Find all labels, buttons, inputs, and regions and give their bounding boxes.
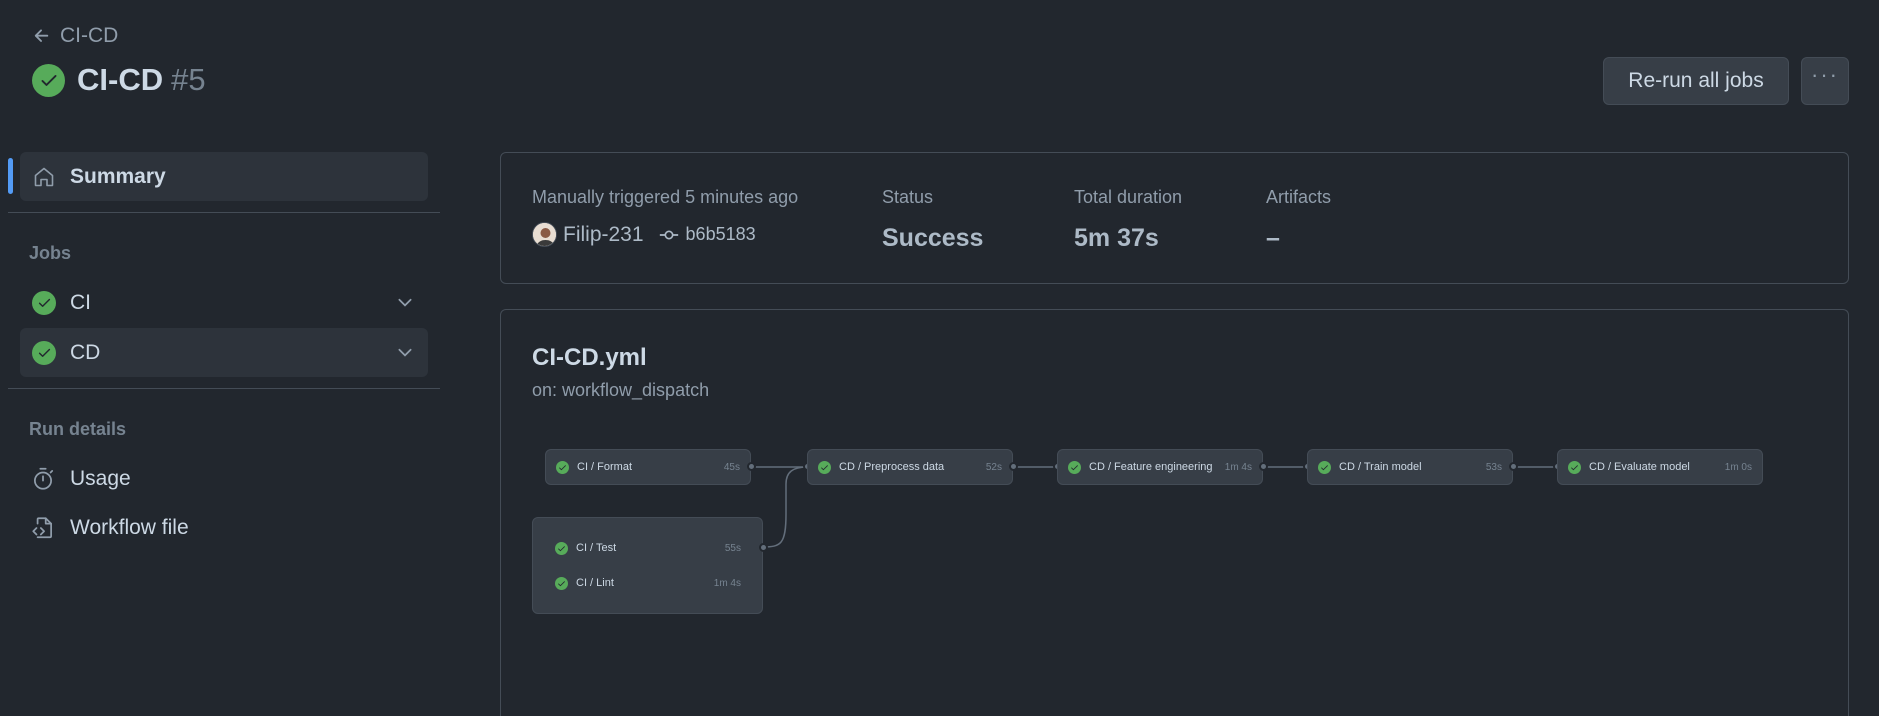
success-check-icon xyxy=(1068,460,1081,474)
job-duration: 1m 4s xyxy=(1224,461,1252,473)
duration-value: 5m 37s xyxy=(1074,224,1159,252)
job-label: CI xyxy=(70,290,91,314)
success-check-icon xyxy=(1568,460,1581,474)
chevron-down-icon[interactable] xyxy=(396,293,414,311)
sidebar-item-ci[interactable]: CI xyxy=(20,278,428,327)
job-duration: 1m 4s xyxy=(713,577,741,589)
status-label: Status xyxy=(882,187,934,207)
divider xyxy=(8,388,440,389)
artifacts-label: Artifacts xyxy=(1266,187,1332,207)
trigger-label: Manually triggered 5 minutes ago xyxy=(532,187,799,207)
job-name: CD / Preprocess data xyxy=(839,461,945,473)
graph-job-cd-train[interactable]: CD / Train model 53s xyxy=(1307,449,1513,485)
workflow-file-title: CI-CD.yml xyxy=(532,344,647,371)
success-check-icon xyxy=(555,541,568,555)
commit-link[interactable]: b6b5183 xyxy=(686,224,756,245)
graph-job-ci-format[interactable]: CI / Format 45s xyxy=(545,449,751,485)
job-duration: 1m 0s xyxy=(1724,461,1752,473)
job-label: CD xyxy=(70,340,101,364)
job-duration: 45s xyxy=(723,461,740,473)
divider xyxy=(8,212,440,213)
detail-label: Usage xyxy=(70,466,131,490)
page-title: CI-CD #5 xyxy=(32,62,206,98)
job-name: CD / Evaluate model xyxy=(1589,461,1690,473)
jobs-heading: Jobs xyxy=(29,243,72,263)
stopwatch-icon xyxy=(34,467,54,490)
success-check-icon xyxy=(1318,460,1331,474)
run-details-heading: Run details xyxy=(29,419,127,439)
more-options-button[interactable]: ··· xyxy=(1801,57,1849,105)
graph-port xyxy=(1009,462,1018,471)
artifacts-value: – xyxy=(1266,224,1280,252)
home-icon xyxy=(34,167,54,186)
job-duration: 53s xyxy=(1485,461,1502,473)
arrow-left-icon xyxy=(34,29,49,42)
workflow-name: CI-CD xyxy=(77,62,164,97)
job-name: CD / Train model xyxy=(1339,461,1422,473)
duration-label: Total duration xyxy=(1074,187,1183,207)
graph-job-ci-lint[interactable]: CI / Lint 1m 4s xyxy=(533,566,763,600)
chevron-down-icon[interactable] xyxy=(396,343,414,361)
active-indicator xyxy=(8,158,13,194)
status-value: Success xyxy=(882,224,984,252)
detail-label: Workflow file xyxy=(70,515,189,539)
graph-port xyxy=(1509,462,1518,471)
sidebar-item-usage[interactable]: Usage xyxy=(20,456,428,501)
run-summary-card: Manually triggered 5 minutes ago Filip-2… xyxy=(500,152,1849,284)
graph-port xyxy=(747,462,756,471)
graph-job-cd-preprocess[interactable]: CD / Preprocess data 52s xyxy=(807,449,1013,485)
success-check-icon xyxy=(32,340,56,365)
git-commit-icon xyxy=(659,230,678,239)
success-check-icon xyxy=(555,576,568,590)
job-duration: 55s xyxy=(724,542,741,554)
sidebar-item-label: Summary xyxy=(70,164,166,188)
run-number: #5 xyxy=(171,62,206,97)
rerun-all-jobs-button[interactable]: Re-run all jobs xyxy=(1603,57,1789,105)
job-duration: 52s xyxy=(985,461,1002,473)
graph-port xyxy=(1259,462,1268,471)
kebab-icon: ··· xyxy=(1811,62,1839,87)
job-name: CD / Feature engineering xyxy=(1089,461,1213,473)
avatar[interactable] xyxy=(532,222,557,247)
job-name: CI / Format xyxy=(577,461,633,473)
graph-job-cd-evaluate[interactable]: CD / Evaluate model 1m 0s xyxy=(1557,449,1763,485)
graph-port xyxy=(759,543,768,552)
workflow-graph-card: CI-CD.yml on: workflow_dispatch CI / For… xyxy=(500,309,1849,716)
graph-job-ci-test[interactable]: CI / Test 55s xyxy=(533,531,763,565)
success-check-icon xyxy=(818,460,831,474)
file-code-icon xyxy=(32,516,52,538)
sidebar-item-cd[interactable]: CD xyxy=(20,328,428,377)
back-link[interactable]: CI-CD xyxy=(32,24,118,48)
success-check-icon xyxy=(32,63,65,97)
actor-link[interactable]: Filip-231 xyxy=(563,223,644,247)
success-check-icon xyxy=(32,290,56,315)
workflow-trigger: on: workflow_dispatch xyxy=(532,380,710,400)
workflow-graph: CI / Format 45s CI / Test 55s CI / Lint … xyxy=(531,444,1811,644)
success-check-icon xyxy=(556,460,569,474)
back-link-label: CI-CD xyxy=(60,24,119,47)
sidebar-item-summary[interactable]: Summary xyxy=(20,152,428,201)
sidebar-item-workflow-file[interactable]: Workflow file xyxy=(20,505,428,550)
job-name: CI / Lint xyxy=(576,577,614,589)
graph-job-group: CI / Test 55s CI / Lint 1m 4s xyxy=(532,517,763,614)
job-name: CI / Test xyxy=(576,542,617,554)
graph-job-cd-feature-engineering[interactable]: CD / Feature engineering 1m 4s xyxy=(1057,449,1263,485)
